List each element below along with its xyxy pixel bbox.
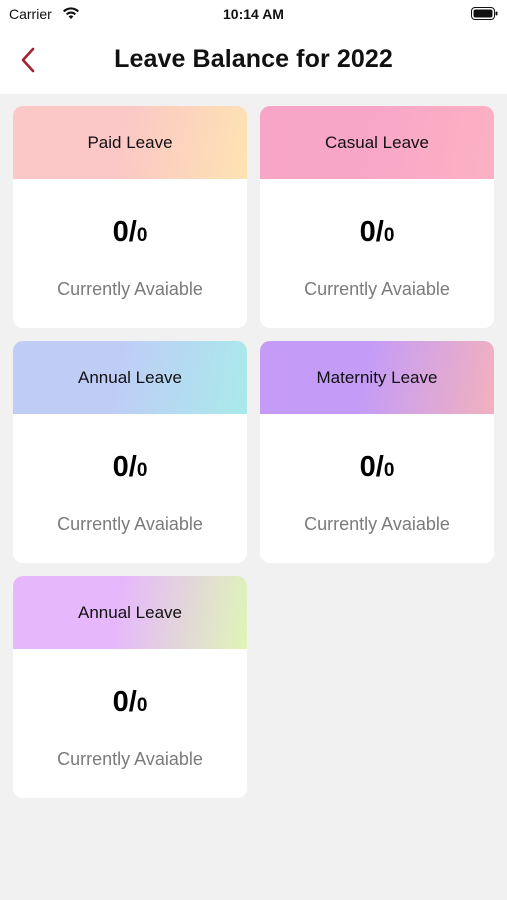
- leave-balance: 0/0: [13, 686, 247, 719]
- availability-label: Currently Avaiable: [57, 279, 203, 299]
- card-header: Casual Leave: [260, 106, 494, 179]
- leave-type-label: Paid Leave: [87, 132, 173, 152]
- leave-card-annual-2[interactable]: Annual Leave 0/0 Currently Avaiable: [13, 576, 247, 798]
- availability-label: Currently Avaiable: [57, 514, 203, 534]
- balance-total: 0: [136, 695, 148, 716]
- balance-used: 0: [112, 686, 129, 718]
- leave-type-label: Annual Leave: [78, 367, 182, 387]
- balance-used: 0: [112, 451, 129, 483]
- leave-type-label: Annual Leave: [78, 602, 182, 622]
- nav-bar: Leave Balance for 2022: [0, 28, 507, 94]
- card-header: Maternity Leave: [260, 341, 494, 414]
- availability-label: Currently Avaiable: [304, 514, 450, 534]
- card-header: Annual Leave: [13, 576, 247, 649]
- leave-type-label: Maternity Leave: [316, 367, 438, 387]
- page-title: Leave Balance for 2022: [114, 45, 393, 73]
- availability-label: Currently Avaiable: [304, 279, 450, 299]
- card-header: Paid Leave: [13, 106, 247, 179]
- balance-separator: /: [128, 451, 137, 483]
- clock-time: 10:14 AM: [223, 6, 284, 22]
- balance-separator: /: [375, 216, 384, 248]
- balance-separator: /: [128, 686, 137, 718]
- balance-total: 0: [383, 225, 395, 246]
- balance-total: 0: [136, 225, 148, 246]
- battery-icon: [471, 7, 498, 20]
- balance-used: 0: [359, 451, 376, 483]
- balance-total: 0: [383, 460, 395, 481]
- balance-total: 0: [136, 460, 148, 481]
- card-header: Annual Leave: [13, 341, 247, 414]
- leave-card-annual[interactable]: Annual Leave 0/0 Currently Avaiable: [13, 341, 247, 563]
- balance-separator: /: [128, 216, 137, 248]
- leave-card-casual[interactable]: Casual Leave 0/0 Currently Avaiable: [260, 106, 494, 328]
- balance-used: 0: [112, 216, 129, 248]
- status-bar: Carrier 10:14 AM: [0, 0, 507, 28]
- leave-type-label: Casual Leave: [325, 132, 429, 152]
- leave-card-paid[interactable]: Paid Leave 0/0 Currently Avaiable: [13, 106, 247, 328]
- availability-label: Currently Avaiable: [57, 749, 203, 769]
- leave-balance: 0/0: [260, 451, 494, 484]
- leave-card-maternity[interactable]: Maternity Leave 0/0 Currently Avaiable: [260, 341, 494, 563]
- leave-balance: 0/0: [13, 216, 247, 249]
- balance-used: 0: [359, 216, 376, 248]
- balance-separator: /: [375, 451, 384, 483]
- leave-balance: 0/0: [13, 451, 247, 484]
- leave-balance: 0/0: [260, 216, 494, 249]
